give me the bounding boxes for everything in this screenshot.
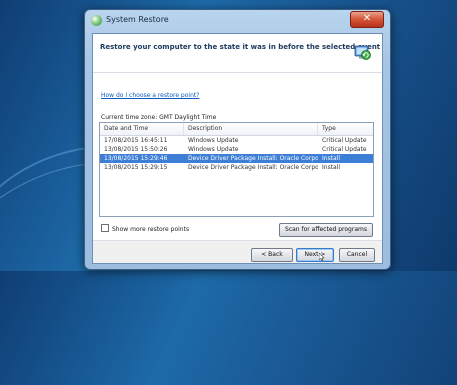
- system-restore-window: System Restore ✕ Restore your computer t…: [84, 9, 391, 270]
- column-description[interactable]: Description: [184, 123, 318, 135]
- column-type[interactable]: Type: [318, 123, 373, 135]
- next-button[interactable]: Next >: [296, 248, 334, 262]
- table-row[interactable]: 13/08/2015 15:50:26 Windows Update Criti…: [100, 145, 373, 154]
- cancel-button[interactable]: Cancel: [339, 248, 375, 262]
- row-description: Windows Update: [188, 137, 239, 144]
- checkbox-box[interactable]: [101, 224, 109, 232]
- row-type: Critical Update: [322, 146, 367, 153]
- restore-points-list[interactable]: Date and Time Description Type 17/08/201…: [99, 122, 374, 217]
- table-row-selected[interactable]: 13/08/2015 15:29:46 Device Driver Packag…: [100, 154, 373, 163]
- mouse-pointer-icon: [319, 253, 325, 261]
- row-type: Critical Update: [322, 137, 367, 144]
- row-type: Install: [322, 164, 341, 171]
- row-description: Device Driver Package Install: Oracle Co…: [188, 164, 318, 171]
- wizard-heading: Restore your computer to the state it wa…: [100, 43, 381, 51]
- window-title: System Restore: [106, 15, 169, 24]
- timezone-label: Current time zone: GMT Daylight Time: [101, 114, 217, 121]
- show-more-label: Show more restore points: [112, 226, 190, 233]
- row-date: 13/08/2015 15:50:26: [104, 146, 168, 153]
- table-row[interactable]: 17/08/2015 16:45:11 Windows Update Criti…: [100, 136, 373, 145]
- row-description: Device Driver Package Install: Oracle Co…: [188, 155, 318, 162]
- list-header: Date and Time Description Type: [100, 123, 373, 136]
- wizard-header: Restore your computer to the state it wa…: [93, 34, 382, 73]
- back-button[interactable]: < Back: [251, 248, 293, 262]
- table-row[interactable]: 13/08/2015 15:29:15 Device Driver Packag…: [100, 163, 373, 172]
- help-link[interactable]: How do I choose a restore point?: [101, 92, 199, 99]
- restore-wizard-icon: [354, 45, 371, 60]
- row-date: 17/08/2015 16:45:11: [104, 137, 168, 144]
- title-bar[interactable]: System Restore ✕: [85, 10, 390, 32]
- close-button[interactable]: ✕: [350, 11, 384, 28]
- row-type: Install: [322, 155, 341, 162]
- system-restore-icon: [91, 15, 102, 26]
- show-more-checkbox[interactable]: Show more restore points: [101, 224, 189, 233]
- row-description: Windows Update: [188, 146, 239, 153]
- row-date: 13/08/2015 15:29:15: [104, 164, 168, 171]
- scan-affected-programs-button[interactable]: Scan for affected programs: [279, 223, 373, 237]
- wizard-content: Restore your computer to the state it wa…: [92, 33, 383, 264]
- column-date[interactable]: Date and Time: [100, 123, 184, 135]
- row-date: 13/08/2015 15:29:46: [104, 155, 168, 162]
